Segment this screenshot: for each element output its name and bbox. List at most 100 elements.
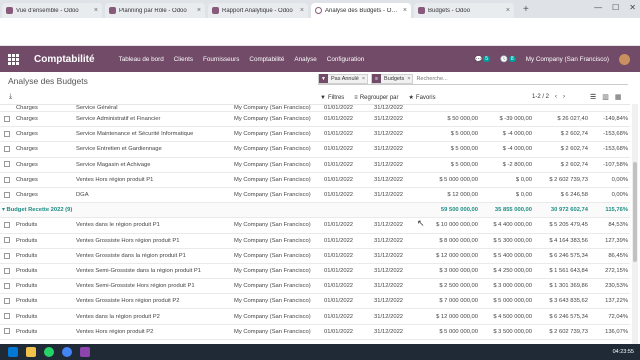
table-row[interactable]: Produits Ventes dans la région produit P2… (0, 308, 630, 325)
taskbar-clock[interactable]: 04:23:55 (613, 349, 634, 355)
app-icon[interactable] (80, 347, 90, 357)
cell-poste: Ventes dans la région produit P2 (74, 308, 232, 325)
table-row[interactable]: Charges Service Administratif et Financie… (0, 111, 630, 128)
groupby-button[interactable]: ≡ Regrouper par (354, 94, 398, 101)
search-bar[interactable]: ▼ Pas Annulé × ≡ Budgets × (318, 73, 628, 85)
activities-button[interactable]: 🕓 8 (500, 55, 516, 63)
cell-planned: $ 50 000,00 (422, 111, 480, 128)
filter-icon: ▼ (320, 94, 326, 101)
window-close-icon[interactable]: ✕ (629, 3, 636, 12)
odoo-navbar: Comptabilité Tableau de bord Clients Fou… (0, 46, 640, 72)
cell-achievement: 0,00% (590, 187, 630, 204)
row-checkbox[interactable] (4, 252, 10, 259)
row-checkbox[interactable] (4, 161, 10, 168)
scrollbar-thumb[interactable] (633, 162, 637, 262)
browser-tab[interactable]: Rapport Analytique - Odoo × (208, 3, 308, 18)
app-name[interactable]: Comptabilité (34, 54, 95, 65)
table-row[interactable]: Produits Ventes dans le région produit P1… (0, 217, 630, 234)
filters-button[interactable]: ▼ Filtres (320, 94, 344, 101)
cell-type: Produits (14, 324, 74, 340)
table-row[interactable]: Charges Service Maintenance et Sécurité I… (0, 126, 630, 143)
search-input[interactable] (416, 75, 527, 82)
list-view-icon[interactable]: ☰ (590, 93, 596, 101)
close-icon[interactable]: × (300, 7, 304, 14)
pager-previous-icon[interactable]: ‹ (555, 94, 557, 100)
favorites-button[interactable]: ★ Favoris (409, 94, 436, 102)
table-row[interactable]: Charges Service Entretien et Gardiennage M… (0, 141, 630, 158)
row-checkbox[interactable] (4, 328, 10, 335)
table-row[interactable]: Produits Ventes Grossiste Hors région pro… (0, 293, 630, 310)
cell-company: My Company (San Francisco) (232, 324, 322, 340)
cell-planned: $ 5 000,00 (422, 126, 480, 143)
row-checkbox[interactable] (4, 131, 10, 138)
cell-company: My Company (San Francisco) (232, 233, 322, 249)
close-icon[interactable]: × (506, 7, 510, 14)
minimize-icon[interactable]: — (594, 3, 602, 12)
cell-practical: $ 5 300 000,00 (480, 233, 534, 249)
table-row[interactable]: Charges Service Magasin et Achivage My Com… (0, 157, 630, 173)
cell-end: 31/12/2022 (372, 126, 422, 143)
menu-analyse[interactable]: Analyse (294, 56, 316, 63)
apps-menu-icon[interactable] (8, 53, 22, 65)
cell-planned: $ 7 000 000,00 (422, 293, 480, 310)
menu-comptabilite[interactable]: Comptabilité (249, 56, 284, 63)
menu-tableau-de-bord[interactable]: Tableau de bord (119, 56, 164, 63)
chrome-icon[interactable] (62, 347, 72, 357)
pager-next-icon[interactable]: › (563, 94, 565, 100)
remove-facet-icon[interactable]: × (362, 76, 367, 82)
messages-button[interactable]: 💬 5 (474, 55, 491, 63)
whatsapp-icon[interactable] (44, 347, 54, 357)
remove-facet-icon[interactable]: × (407, 76, 412, 82)
cell-type: Produits (14, 263, 74, 280)
row-checkbox[interactable] (4, 237, 10, 244)
cell-start: 01/01/2022 (322, 278, 372, 295)
menu-configuration[interactable]: Configuration (327, 56, 364, 63)
group-row-budget-recette[interactable]: ▾ Budget Recette 2022 (9) 59 500 000,00 35… (0, 202, 630, 219)
table-row[interactable]: Produits Ventes Hors région produit P2 My … (0, 324, 630, 340)
browser-tab[interactable]: Vue d'ensemble - Odoo × (2, 3, 102, 18)
table-row[interactable]: Produits Ventes Semi-Grossiste dans la ré… (0, 263, 630, 280)
row-checkbox[interactable] (4, 267, 10, 274)
close-icon[interactable]: × (197, 7, 201, 14)
graph-view-icon[interactable]: ▥ (602, 93, 609, 101)
row-checkbox[interactable] (4, 298, 10, 305)
row-checkbox[interactable] (4, 115, 10, 122)
table-row[interactable]: Produits Ventes Grossiste Hors région pro… (0, 233, 630, 249)
company-switcher[interactable]: My Company (San Francisco) (526, 56, 609, 63)
search-facet-filter[interactable]: ▼ Pas Annulé × (318, 73, 369, 84)
cell-achievement: 137,22% (590, 293, 630, 310)
cell-practical: $ 4 500 000,00 (480, 308, 534, 325)
row-checkbox[interactable] (4, 222, 10, 229)
cell-poste: Ventes Semi-Grossiste dans la région pro… (74, 263, 232, 280)
close-icon[interactable]: × (403, 7, 407, 14)
row-checkbox[interactable] (4, 282, 10, 289)
file-explorer-icon[interactable] (26, 347, 36, 357)
browser-tab[interactable]: Planning par Rôle - Odoo × (105, 3, 205, 18)
browser-tab[interactable]: Budgets - Odoo × (414, 3, 514, 18)
table-row[interactable]: Charges DGA My Company (San Francisco) 01/0… (0, 187, 630, 204)
cell-start: 01/01/2022 (322, 126, 372, 143)
table-row[interactable]: Produits Ventes Semi-Grossiste Hors régio… (0, 278, 630, 295)
menu-fournisseurs[interactable]: Fournisseurs (203, 56, 239, 63)
row-checkbox[interactable] (4, 313, 10, 320)
scrollbar[interactable] (632, 104, 638, 344)
table-row[interactable]: Charges Ventes Hors région produit P1 My C… (0, 172, 630, 188)
search-facet-groupby[interactable]: ≡ Budgets × (371, 73, 414, 84)
pager-value[interactable]: 1-2 / 2 (532, 94, 549, 100)
browser-tab-active[interactable]: Analyse des Budgets - Odoo × (311, 3, 411, 18)
row-checkbox[interactable] (4, 176, 10, 183)
avatar[interactable] (619, 53, 630, 65)
download-icon[interactable]: ⤓ (9, 93, 12, 101)
menu-clients[interactable]: Clients (174, 56, 193, 63)
maximize-icon[interactable]: ☐ (612, 3, 619, 12)
row-checkbox[interactable] (4, 191, 10, 198)
windows-start-icon[interactable] (8, 347, 18, 357)
new-tab-button[interactable]: + (523, 4, 529, 15)
cell-theoretical: $ 6 246 575,34 (534, 308, 590, 325)
cell-type: Produits (14, 278, 74, 295)
page-title[interactable]: Analyse des Budgets (8, 76, 88, 86)
row-checkbox[interactable] (4, 146, 10, 153)
close-icon[interactable]: × (94, 7, 98, 14)
pivot-view-icon[interactable]: ▦ (615, 93, 622, 101)
table-row[interactable]: ProduitsVentes Grossiste dans la région … (0, 248, 630, 264)
